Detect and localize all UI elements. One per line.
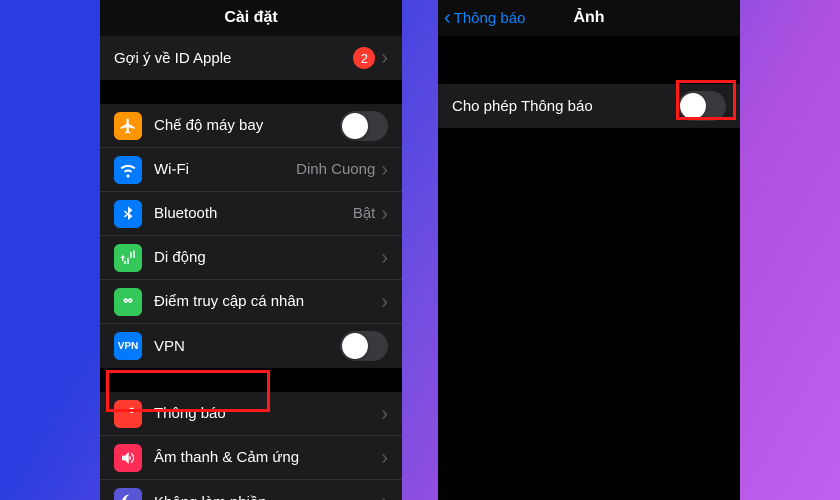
back-button[interactable]: ‹ Thông báo: [444, 8, 525, 28]
wifi-row[interactable]: Wi-Fi Dinh Cuong ›: [100, 148, 402, 192]
notifications-row[interactable]: Thông báo ›: [100, 392, 402, 436]
section-separator: [100, 80, 402, 104]
cellular-icon: [114, 244, 142, 272]
wifi-icon: [114, 156, 142, 184]
chevron-right-icon: ›: [381, 160, 388, 180]
airplane-toggle[interactable]: [340, 111, 388, 141]
bluetooth-label: Bluetooth: [154, 205, 353, 222]
dnd-label: Không làm phiền: [154, 494, 381, 500]
chevron-right-icon: ›: [381, 492, 388, 500]
apple-id-label: Gợi ý về ID Apple: [114, 50, 353, 67]
title-bar: Cài đặt: [100, 0, 402, 36]
page-title: Ảnh: [573, 9, 604, 27]
vpn-icon: VPN: [114, 332, 142, 360]
settings-screen: Cài đặt Gợi ý về ID Apple 2 › Chế độ máy…: [100, 0, 402, 500]
hotspot-label: Điểm truy cập cá nhân: [154, 293, 381, 310]
cellular-label: Di động: [154, 249, 381, 266]
vpn-toggle[interactable]: [340, 331, 388, 361]
notifications-label: Thông báo: [154, 405, 381, 422]
airplane-icon: [114, 112, 142, 140]
chevron-left-icon: ‹: [444, 8, 451, 28]
chevron-right-icon: ›: [381, 48, 388, 68]
moon-icon: [114, 488, 142, 500]
airplane-mode-row[interactable]: Chế độ máy bay: [100, 104, 402, 148]
chevron-right-icon: ›: [381, 448, 388, 468]
vpn-label: VPN: [154, 338, 340, 355]
notifications-icon: [114, 400, 142, 428]
apple-id-suggestion-row[interactable]: Gợi ý về ID Apple 2 ›: [100, 36, 402, 80]
cellular-row[interactable]: Di động ›: [100, 236, 402, 280]
section-separator: [438, 36, 740, 84]
hotspot-row[interactable]: Điểm truy cập cá nhân ›: [100, 280, 402, 324]
title-bar: ‹ Thông báo Ảnh: [438, 0, 740, 36]
allow-toggle[interactable]: [678, 91, 726, 121]
page-title: Cài đặt: [224, 9, 277, 27]
airplane-label: Chế độ máy bay: [154, 117, 340, 134]
hotspot-icon: [114, 288, 142, 316]
bluetooth-detail: Bật: [353, 205, 376, 222]
wifi-label: Wi-Fi: [154, 161, 296, 178]
chevron-right-icon: ›: [381, 248, 388, 268]
vpn-row[interactable]: VPN VPN: [100, 324, 402, 368]
allow-label: Cho phép Thông báo: [452, 98, 678, 115]
badge-icon: 2: [353, 47, 375, 69]
bluetooth-row[interactable]: Bluetooth Bật ›: [100, 192, 402, 236]
sound-row[interactable]: Âm thanh & Cảm ứng ›: [100, 436, 402, 480]
sound-label: Âm thanh & Cảm ứng: [154, 449, 381, 466]
sound-icon: [114, 444, 142, 472]
dnd-row[interactable]: Không làm phiền ›: [100, 480, 402, 500]
section-separator: [100, 368, 402, 392]
chevron-right-icon: ›: [381, 404, 388, 424]
back-label: Thông báo: [454, 10, 526, 27]
vpn-icon-text: VPN: [118, 341, 139, 352]
bluetooth-icon: [114, 200, 142, 228]
chevron-right-icon: ›: [381, 204, 388, 224]
chevron-right-icon: ›: [381, 292, 388, 312]
notification-detail-screen: ‹ Thông báo Ảnh Cho phép Thông báo: [438, 0, 740, 500]
allow-notifications-row[interactable]: Cho phép Thông báo: [438, 84, 740, 128]
wifi-detail: Dinh Cuong: [296, 161, 375, 178]
